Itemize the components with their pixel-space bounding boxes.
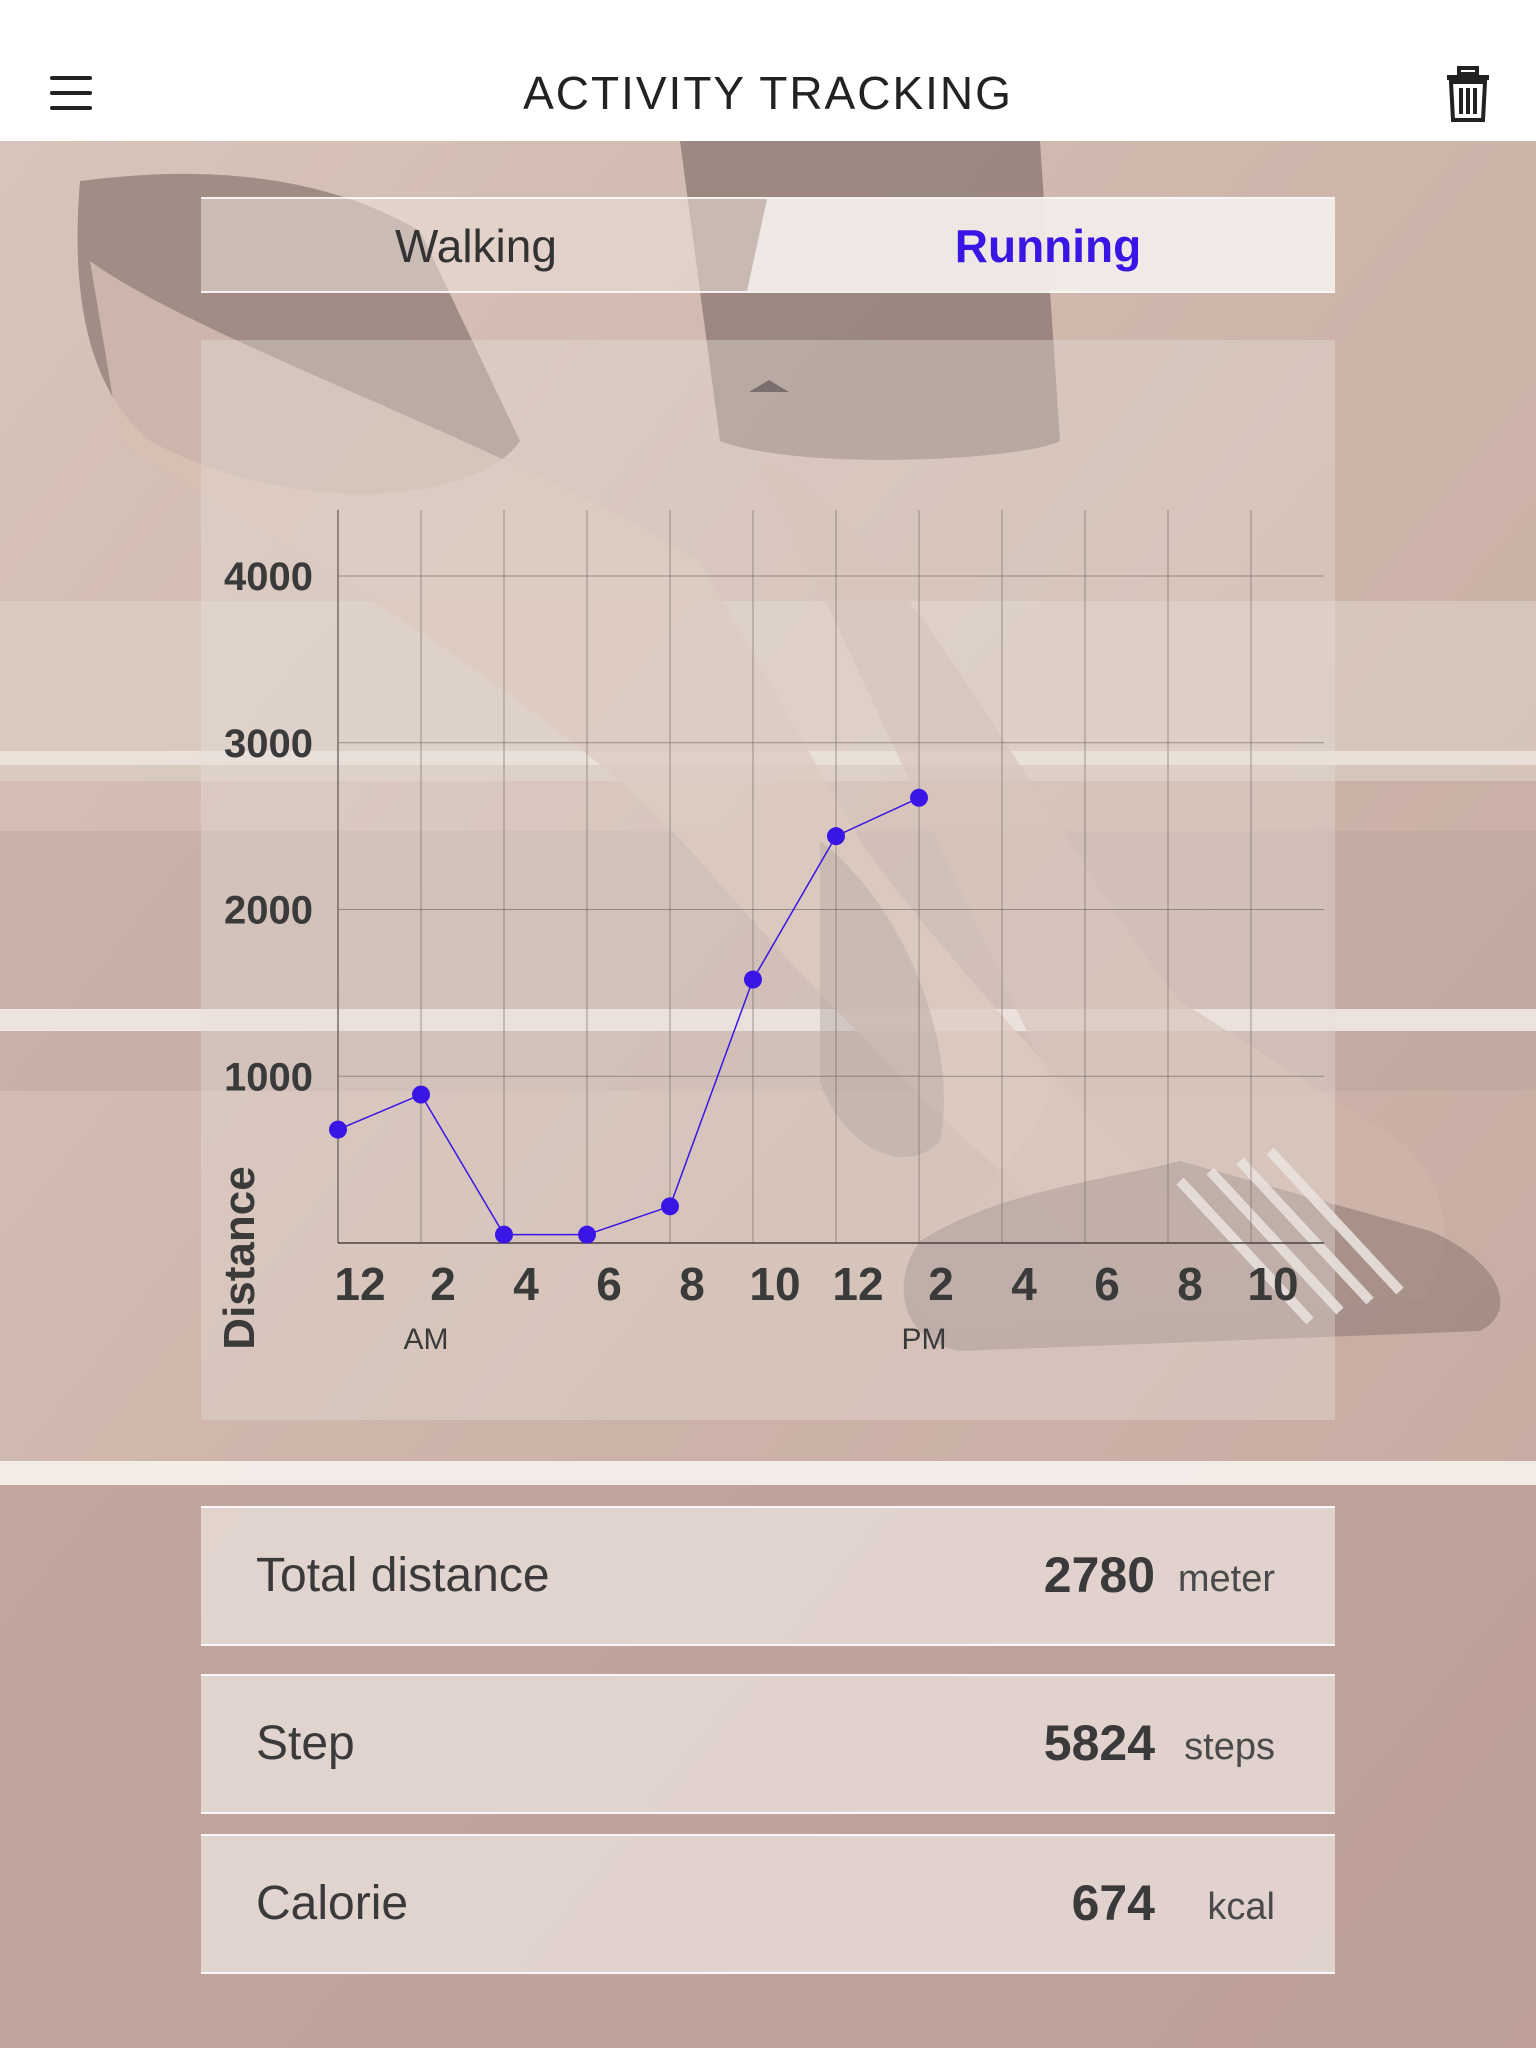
x-tick-label: 10	[1247, 1258, 1298, 1310]
x-tick-label: 8	[679, 1258, 705, 1310]
stat-calorie: Calorie 674 kcal	[201, 1834, 1335, 1974]
x-tick-label: 2	[430, 1258, 456, 1310]
data-point	[329, 1120, 347, 1139]
y-tick-label: 3000	[224, 722, 313, 766]
y-tick-label: 4000	[224, 555, 313, 599]
x-tick-label: 12	[832, 1258, 883, 1310]
x-period-label: PM	[902, 1323, 947, 1356]
y-tick-label: 1000	[224, 1055, 313, 1099]
stat-total-distance: Total distance 2780 meter	[201, 1506, 1335, 1646]
y-axis-ticks: 1000 2000 3000 4000	[224, 555, 313, 1099]
stat-step: Step 5824 steps	[201, 1674, 1335, 1814]
data-point	[412, 1085, 430, 1104]
x-tick-label: 4	[513, 1258, 539, 1310]
x-tick-label: 8	[1177, 1258, 1203, 1310]
y-tick-label: 2000	[224, 889, 313, 933]
data-point	[495, 1225, 513, 1244]
data-point	[661, 1197, 679, 1216]
x-tick-label: 12	[334, 1258, 385, 1310]
distance-series	[329, 788, 928, 1244]
series-line	[337, 797, 920, 1236]
y-axis-label: Distance	[215, 1166, 264, 1349]
x-tick-label: 6	[1094, 1258, 1120, 1310]
stat-value: 2780	[1043, 1547, 1155, 1603]
x-tick-label: 2	[928, 1258, 954, 1310]
collapse-arrow-icon[interactable]	[749, 380, 789, 392]
x-axis-ticks: 12 2 4 6 8 10 12 2 4 6 8 10 AM PM	[334, 1258, 1298, 1356]
x-tick-label: 6	[596, 1258, 622, 1310]
stat-label: Step	[256, 1717, 355, 1770]
stat-label: Calorie	[256, 1877, 409, 1930]
x-tick-label: 10	[749, 1258, 800, 1310]
stat-label: Total distance	[256, 1549, 550, 1602]
stat-unit: meter	[1177, 1558, 1275, 1600]
stat-value: 674	[1071, 1875, 1155, 1931]
x-period-label: AM	[404, 1323, 449, 1356]
stat-unit: steps	[1184, 1726, 1275, 1768]
data-point	[910, 788, 928, 807]
x-tick-label: 4	[1011, 1258, 1037, 1310]
data-point	[578, 1225, 596, 1244]
data-point	[827, 827, 845, 846]
stat-unit: kcal	[1207, 1886, 1275, 1928]
stat-value: 5824	[1043, 1715, 1155, 1771]
distance-line-chart: 1000 2000 3000 4000 12 2 4 6 8 10 12 2 4 6 8 10 AM PM Di…	[215, 380, 1324, 1356]
data-point	[744, 970, 762, 989]
chart-grid	[337, 510, 1324, 1244]
